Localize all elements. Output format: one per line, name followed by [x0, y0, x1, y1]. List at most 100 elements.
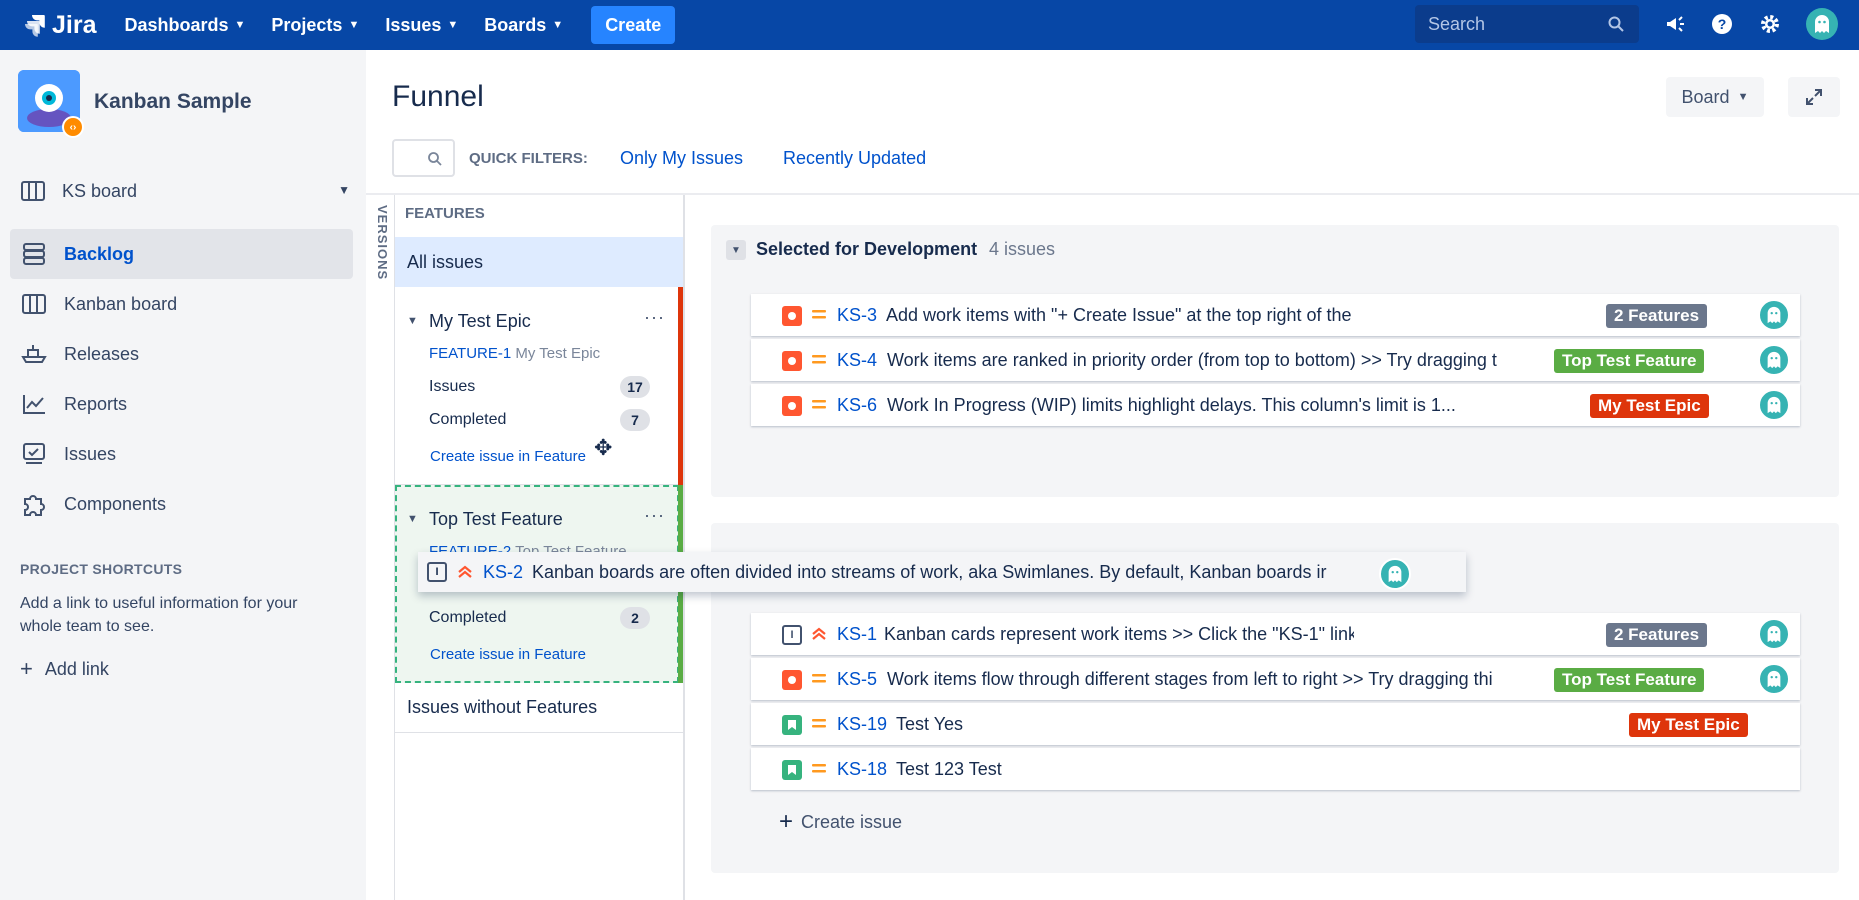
megaphone-icon[interactable]: [1663, 12, 1687, 36]
plus-icon: +: [779, 808, 794, 835]
ship-icon: [20, 343, 48, 365]
issue-key[interactable]: KS-6: [837, 395, 877, 416]
project-sidebar: ‹› Kanban Sample KS board ▼ Backlog Kanb…: [0, 50, 366, 900]
plus-icon: +: [20, 656, 33, 681]
feature-card[interactable]: ▼ My Test Epic ··· FEATURE-1 My Test Epi…: [395, 287, 683, 485]
assignee-avatar[interactable]: [1758, 618, 1790, 650]
chevron-down-icon[interactable]: ▼: [407, 513, 418, 525]
issue-card[interactable]: KS-3 Add work items with "+ Create Issue…: [751, 294, 1800, 336]
board-selector[interactable]: KS board ▼: [20, 177, 350, 205]
priority-medium-icon: [812, 400, 826, 409]
sidebar-item-backlog[interactable]: Backlog: [10, 229, 353, 279]
chevron-down-icon[interactable]: ▼: [407, 315, 418, 327]
issue-card[interactable]: KS-18 Test 123 Test: [751, 748, 1800, 790]
chevron-down-icon: ▼: [234, 19, 246, 31]
issue-key[interactable]: KS-4: [837, 350, 877, 371]
bug-icon: [782, 396, 802, 416]
settings-gear-icon[interactable]: [1758, 12, 1782, 36]
issue-key[interactable]: KS-2: [483, 562, 523, 583]
assignee-avatar[interactable]: [1758, 663, 1790, 695]
sidebar-item-label: Issues: [64, 443, 117, 464]
avatar-face-icon: [1815, 15, 1829, 33]
chevron-down-icon: ▼: [348, 19, 360, 31]
fullscreen-button[interactable]: [1788, 77, 1840, 117]
issue-key[interactable]: KS-1: [837, 624, 877, 645]
avatar-face-icon: [1767, 625, 1781, 643]
assignee-avatar[interactable]: [1758, 299, 1790, 331]
bug-icon: [782, 306, 802, 326]
nav-issues[interactable]: Issues ▼: [385, 15, 458, 36]
issues-without-features-item[interactable]: Issues without Features: [395, 683, 683, 733]
sidebar-item-kanban-board[interactable]: Kanban board: [10, 279, 353, 329]
issue-key[interactable]: KS-3: [837, 305, 877, 326]
create-issue-in-feature-link[interactable]: Create issue in Feature: [430, 448, 586, 465]
assignee-avatar[interactable]: [1758, 344, 1790, 376]
sidebar-item-label: Reports: [64, 393, 128, 414]
task-icon: I: [427, 562, 447, 582]
completed-count: 2: [620, 607, 650, 629]
more-options-icon[interactable]: ···: [644, 505, 665, 526]
issue-summary: Work items are ranked in priority order …: [887, 350, 1497, 370]
issue-card[interactable]: KS-6 Work In Progress (WIP) limits highl…: [751, 384, 1800, 426]
sidebar-item-releases[interactable]: Releases: [10, 329, 353, 379]
nav-projects[interactable]: Projects ▼: [271, 15, 359, 36]
search-placeholder: Search: [1428, 13, 1486, 34]
more-options-icon[interactable]: ···: [644, 307, 665, 328]
dragged-issue-card[interactable]: I KS-2 Kanban boards are often divided i…: [418, 552, 1466, 592]
issue-key[interactable]: KS-18: [837, 759, 887, 780]
feature-key-line: FEATURE-1 My Test Epic: [429, 345, 600, 362]
issue-card[interactable]: I KS-1 Kanban cards represent work items…: [751, 613, 1800, 655]
issue-card[interactable]: KS-5 Work items flow through different s…: [751, 658, 1800, 700]
chart-icon: [20, 393, 48, 415]
nav-dashboards-label: Dashboards: [124, 14, 229, 35]
add-link-label: Add link: [44, 658, 109, 679]
issue-card[interactable]: KS-19 Test Yes My Test Epic: [751, 703, 1800, 745]
feature-key[interactable]: FEATURE-1: [429, 345, 511, 362]
project-name: Kanban Sample: [94, 90, 252, 113]
assignee-avatar[interactable]: [1379, 558, 1411, 590]
all-issues-item[interactable]: All issues: [395, 237, 683, 287]
filter-only-my-issues[interactable]: Only My Issues: [620, 148, 743, 169]
nav-dashboards[interactable]: Dashboards ▼: [124, 15, 245, 36]
board-dropdown-button[interactable]: Board ▼: [1666, 77, 1764, 117]
issue-summary: Work items flow through different stages…: [887, 669, 1493, 689]
shortcuts-description: Add a link to useful information for you…: [20, 595, 298, 635]
create-button[interactable]: Create: [591, 6, 676, 44]
completed-label: Completed: [429, 411, 507, 428]
sidebar-item-issues[interactable]: Issues: [10, 429, 353, 479]
nav-issues-label: Issues: [385, 14, 442, 35]
add-link-button[interactable]: + Add link: [20, 656, 109, 682]
priority-highest-icon: [458, 565, 472, 578]
issue-key[interactable]: KS-5: [837, 669, 877, 690]
chevron-down-icon: ▼: [1737, 91, 1749, 103]
search-input[interactable]: Search: [1415, 5, 1639, 43]
filter-recently-updated[interactable]: Recently Updated: [783, 148, 926, 169]
help-icon[interactable]: ?: [1710, 12, 1734, 36]
user-avatar[interactable]: [1806, 8, 1838, 40]
create-issue-button[interactable]: + Create issue: [779, 808, 902, 836]
bug-icon: [782, 351, 802, 371]
chevron-down-icon[interactable]: ▼: [726, 240, 746, 260]
board-search-input[interactable]: [392, 139, 455, 177]
issue-key[interactable]: KS-19: [837, 714, 887, 735]
features-heading: FEATURES: [405, 205, 485, 222]
sidebar-item-components[interactable]: Components: [10, 479, 353, 529]
avatar-face-icon: [1388, 565, 1402, 583]
svg-text:?: ?: [1718, 16, 1727, 32]
jira-logo[interactable]: Jira: [24, 11, 96, 40]
sidebar-item-reports[interactable]: Reports: [10, 379, 353, 429]
versions-tab[interactable]: VERSIONS: [370, 205, 390, 295]
nav-projects-label: Projects: [271, 14, 343, 35]
board-selector-label: KS board: [62, 180, 138, 201]
nav-boards[interactable]: Boards ▼: [484, 15, 563, 36]
create-issue-in-feature-link[interactable]: Create issue in Feature: [430, 646, 586, 663]
assignee-avatar[interactable]: [1758, 389, 1790, 421]
issue-card[interactable]: KS-4 Work items are ranked in priority o…: [751, 339, 1800, 381]
features-panel: FEATURES All issues ▼ My Test Epic ··· F…: [395, 195, 683, 900]
feature-lozenge: Top Test Feature: [1554, 349, 1705, 373]
feature-lozenge: 2 Features: [1606, 304, 1708, 328]
feature-lozenge: Top Test Feature: [1554, 668, 1705, 692]
avatar-face-icon: [1767, 670, 1781, 688]
issue-summary: Add work items with "+ Create Issue" at …: [886, 305, 1352, 325]
issue-summary: Kanban cards represent work items >> Cli…: [884, 624, 1354, 644]
